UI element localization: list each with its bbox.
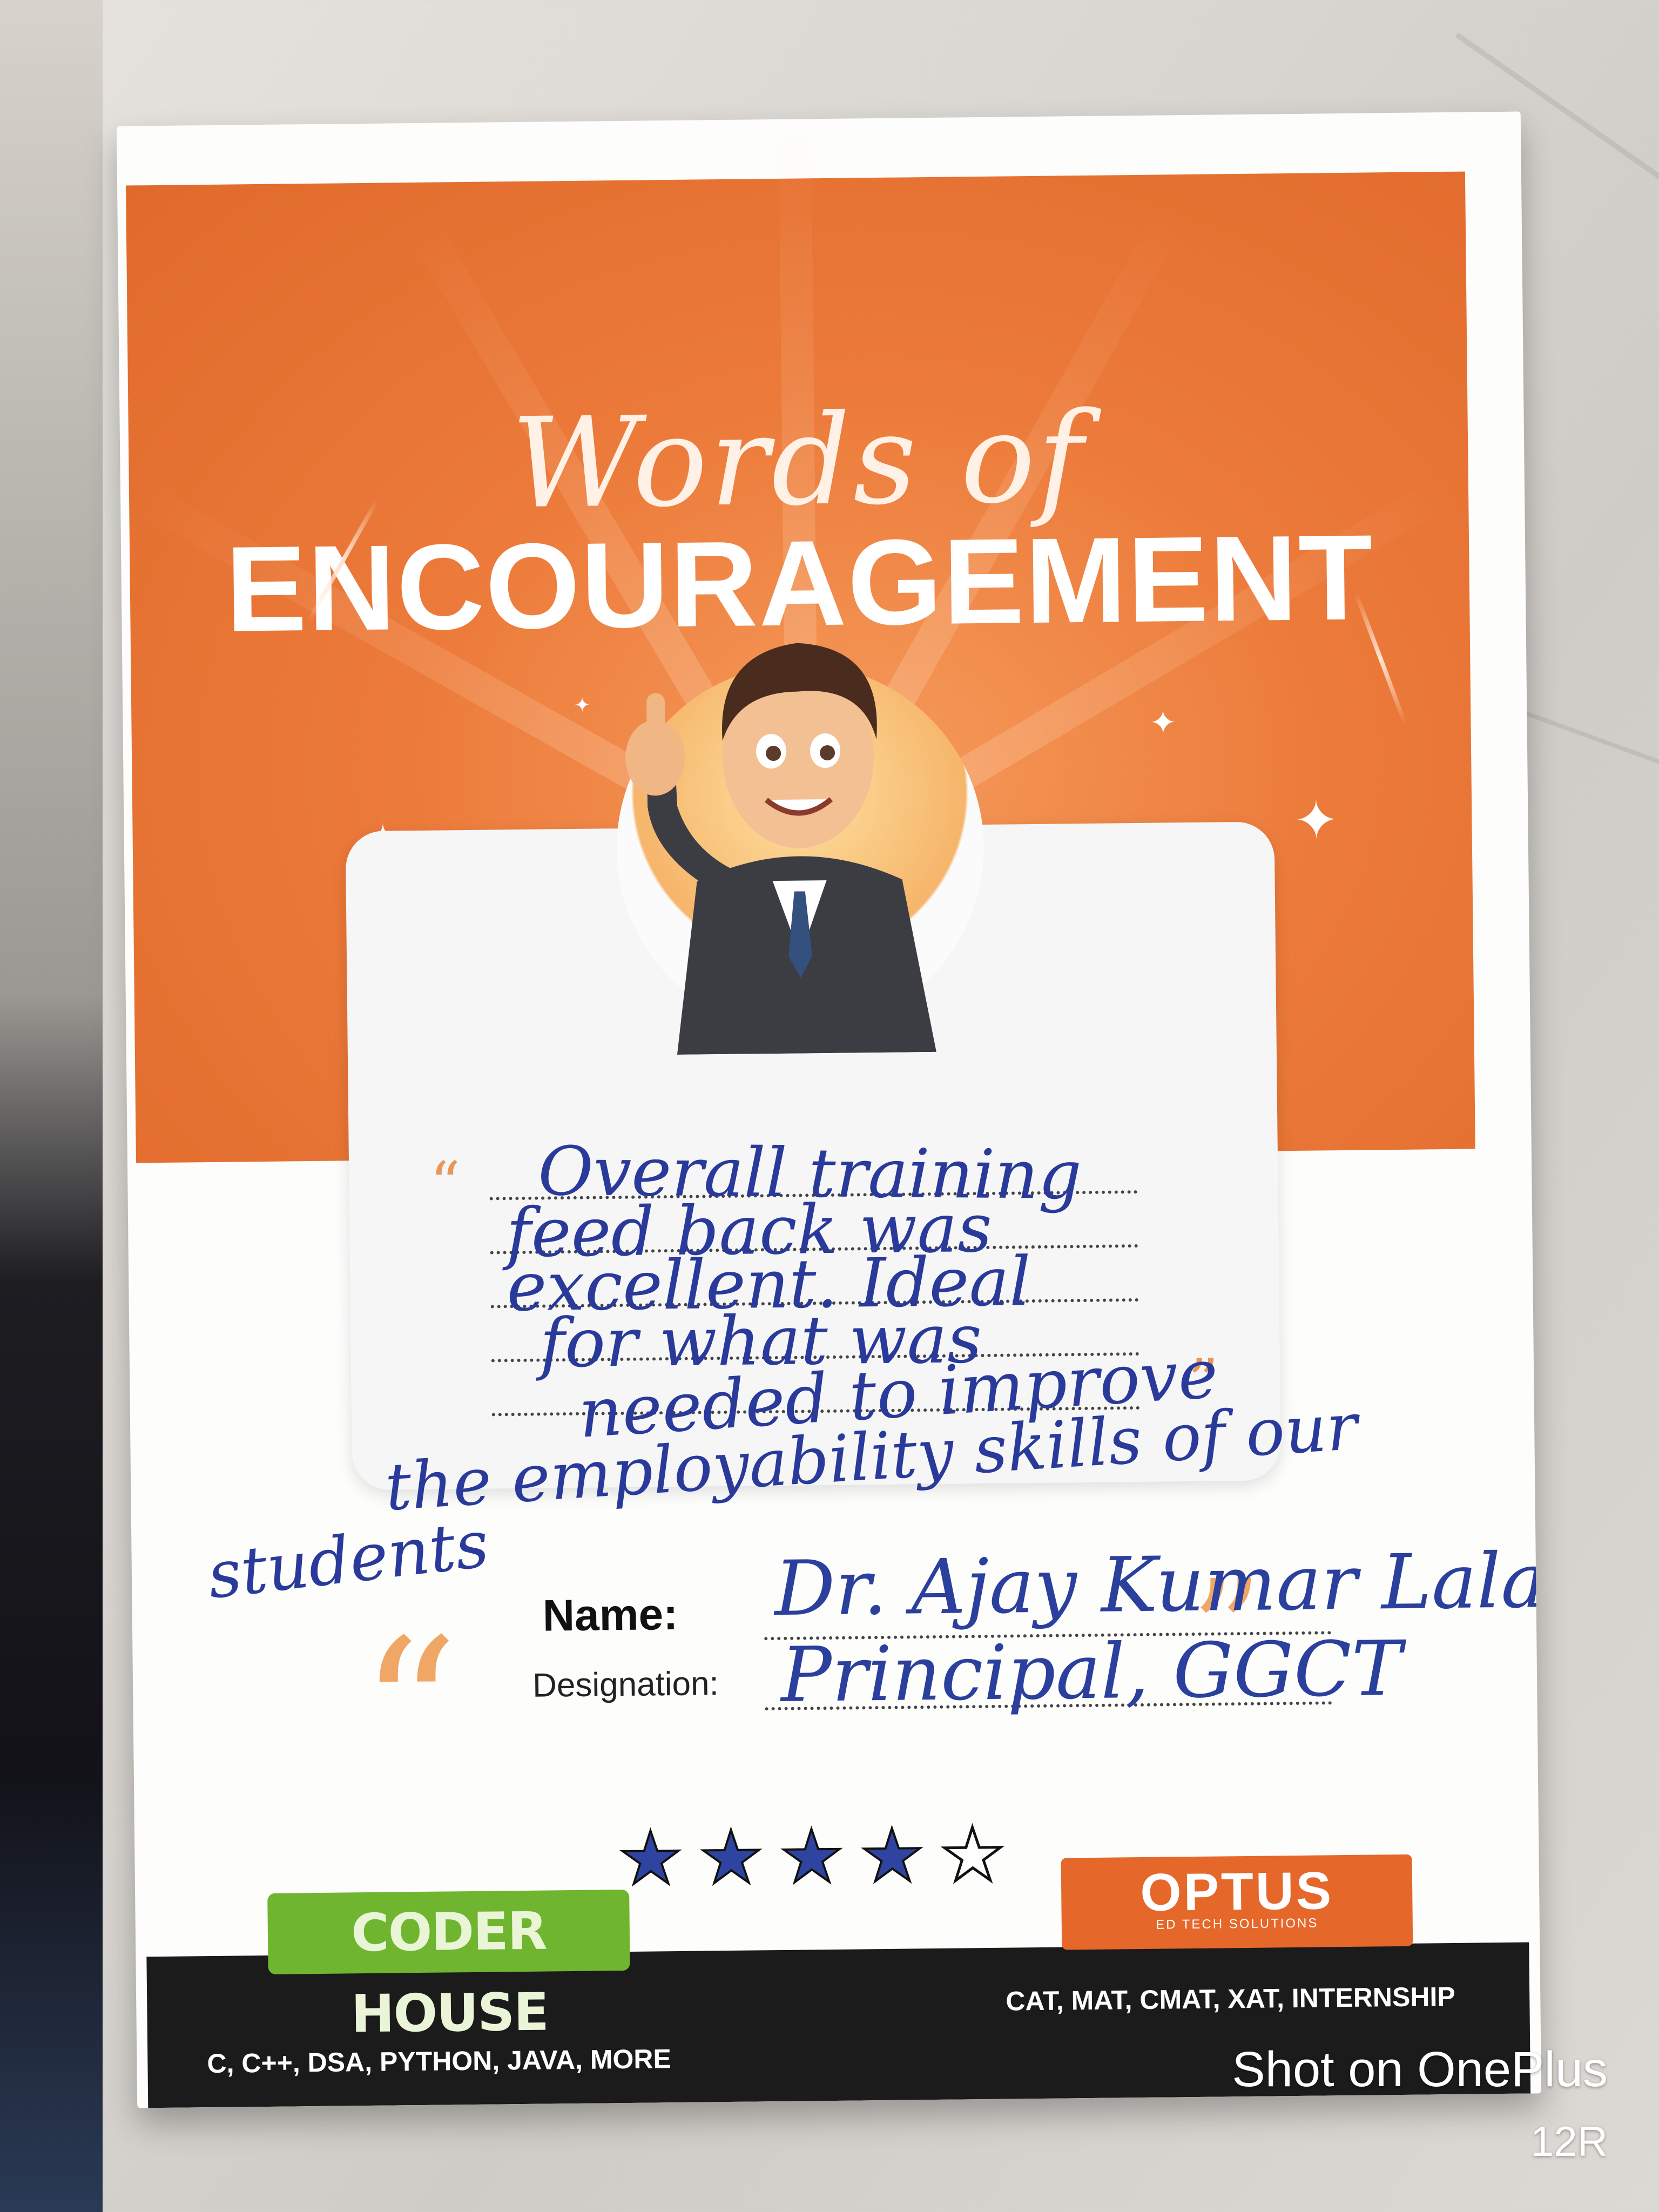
- star-icon: ★: [858, 1813, 927, 1898]
- star-rating: ★ ★ ★ ★ ★: [617, 1812, 1021, 1900]
- feedback-card: Words of ENCOURAGEMENT ✦ ✦ ✦ ✦ “ ” Overa…: [116, 111, 1542, 2108]
- star-icon: ★: [617, 1816, 685, 1900]
- star-icon: ★: [697, 1815, 766, 1899]
- coder-house-tagline: C, C++, DSA, PYTHON, JAVA, MORE: [207, 2044, 672, 2079]
- name-label: Name:: [542, 1589, 678, 1641]
- background-edge: [0, 0, 103, 2212]
- quote-mark-open: “: [429, 1149, 461, 1218]
- star-icon: ★: [938, 1812, 1007, 1897]
- coder-house-logo: CODER HOUSE: [267, 1889, 630, 2044]
- sparkle-icon: ✦: [1293, 790, 1339, 851]
- camera-watermark-model: 12R: [1530, 2117, 1608, 2165]
- cartoon-businessman-thumbs-up: [625, 643, 936, 1055]
- designation-label: Designation:: [532, 1665, 719, 1704]
- quote-mark-decor-open: “: [359, 1597, 461, 1825]
- optus-logo: OPTUS ED TECH SOLUTIONS: [1061, 1854, 1413, 1950]
- optus-brand-sub: ED TECH SOLUTIONS: [1156, 1916, 1319, 1932]
- name-value: Dr. Ajay Kumar Lala: [774, 1537, 1542, 1634]
- sparkle-icon: ✦: [574, 693, 591, 716]
- sparkle-icon: ✦: [1149, 704, 1177, 741]
- camera-watermark: Shot on OnePlus: [1232, 2042, 1608, 2097]
- designation-value: Principal, GGCT: [780, 1624, 1403, 1719]
- star-icon: ★: [778, 1815, 846, 1899]
- optus-tagline: CAT, MAT, CMAT, XAT, INTERNSHIP: [1006, 1981, 1455, 2017]
